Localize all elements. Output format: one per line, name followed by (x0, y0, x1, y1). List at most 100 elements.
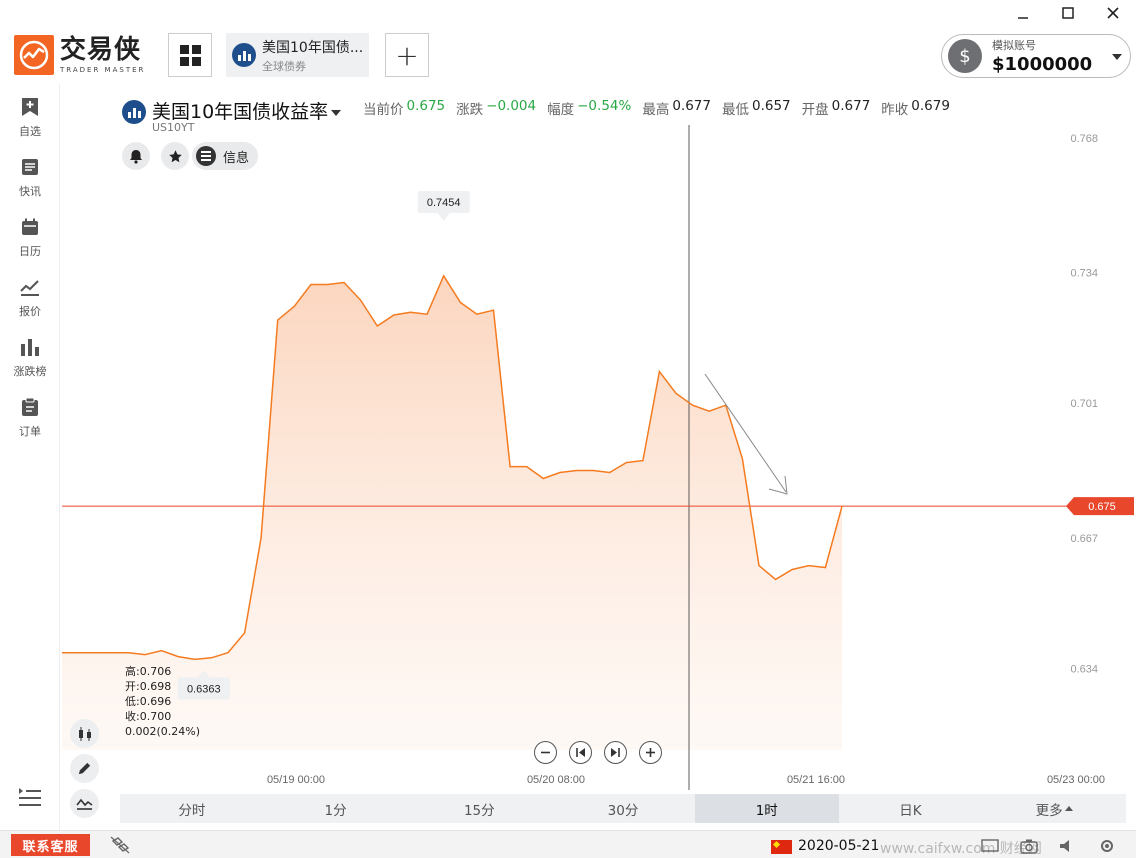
ohlc-readout: 高:0.706 开:0.698 低:0.696 收:0.700 0.002(0.… (125, 664, 200, 739)
sound-icon[interactable] (1058, 838, 1076, 854)
x-tick-label: 05/21 16:00 (787, 774, 845, 786)
tab-period-15m[interactable]: 15分 (407, 794, 551, 823)
draw-tool-button[interactable] (70, 754, 99, 783)
ohlc-close: 收:0.700 (125, 710, 172, 723)
add-tab-button[interactable]: + (385, 33, 429, 77)
tab-period-tick[interactable]: 分时 (120, 794, 264, 823)
caret-down-icon (331, 109, 342, 116)
bond-symbol-icon (122, 100, 146, 124)
sidebar-item-watchlist[interactable]: 自选 (0, 88, 60, 142)
low-value: 0.657 (751, 98, 791, 114)
zoom-out-button[interactable] (534, 741, 557, 764)
tab-period-1m[interactable]: 1分 (264, 794, 408, 823)
sidebar-label: 自选 (19, 125, 41, 138)
close-button[interactable] (1101, 2, 1125, 24)
connection-icon[interactable] (110, 836, 130, 854)
maximize-icon (1062, 7, 1074, 19)
scroll-end-button[interactable] (604, 741, 627, 764)
open-label: 开盘 (801, 102, 829, 118)
tab-title: 美国10年国债... (262, 39, 364, 56)
sidebar-item-calendar[interactable]: 日历 (0, 208, 60, 262)
tab-us10yt[interactable]: 美国10年国债... 全球债券 (226, 33, 369, 77)
support-button[interactable]: 联系客服 (11, 834, 90, 856)
sidebar: 自选 快讯 日历 报价 涨跌榜 订单 (0, 84, 60, 830)
maximize-button[interactable] (1056, 2, 1080, 24)
current-price-label: 当前价 (363, 102, 404, 118)
settings-icon[interactable] (1098, 838, 1116, 854)
china-flag-icon (771, 840, 792, 854)
minimize-icon (1018, 17, 1028, 19)
watermark: www.caifxw.com 财经网 (880, 841, 1042, 857)
svg-text:0.675: 0.675 (1088, 501, 1116, 513)
tab-period-more[interactable]: 更多 (982, 794, 1126, 823)
zoom-in-button[interactable] (639, 741, 662, 764)
period-label: 1时 (755, 802, 778, 819)
open-value: 0.677 (831, 98, 871, 114)
x-tick-label: 05/20 08:00 (527, 774, 585, 786)
tab-period-1d[interactable]: 日K (839, 794, 983, 823)
prev-close-value: 0.679 (911, 98, 950, 114)
prev-close-label: 昨收 (881, 102, 909, 118)
quote-line-icon (19, 276, 41, 298)
sidebar-item-quotes[interactable]: 报价 (0, 268, 60, 322)
layout-grid-button[interactable] (168, 33, 212, 77)
account-selector[interactable]: $ 模拟账号 $1000000 (941, 34, 1131, 78)
server-date: 2020-05-21 (798, 838, 880, 854)
ohlc-change: 0.002(0.24%) (125, 725, 201, 738)
high-value: 0.677 (672, 98, 711, 114)
menu-list-icon[interactable] (18, 786, 42, 808)
svg-text:0.7454: 0.7454 (427, 197, 461, 209)
scroll-start-button[interactable] (569, 741, 592, 764)
current-price: 0.675 (406, 98, 446, 114)
sidebar-label: 报价 (19, 305, 41, 318)
sidebar-label: 涨跌榜 (13, 365, 47, 378)
x-tick-label: 05/23 00:00 (1047, 774, 1105, 786)
sidebar-label: 快讯 (19, 185, 41, 198)
top-bar: 交易侠 TRADER MASTER 美国10年国债... 全球债券 + $ 模拟… (0, 0, 1136, 84)
period-tabs: 分时 1分 15分 30分 1时 日K 更多 (120, 794, 1126, 823)
sidebar-item-orders[interactable]: 订单 (0, 388, 60, 442)
calendar-icon (19, 216, 41, 238)
screen-icon[interactable] (981, 838, 999, 854)
sidebar-label: 日历 (19, 245, 41, 258)
tab-period-1h[interactable]: 1时 (694, 794, 839, 823)
sidebar-item-movers[interactable]: 涨跌榜 (0, 328, 60, 382)
range-label: 幅度 (547, 102, 575, 118)
camera-icon[interactable] (1020, 838, 1038, 854)
account-balance: $1000000 (992, 54, 1093, 75)
symbol-selector[interactable]: 美国10年国债收益率 (152, 97, 342, 124)
candlestick-icon (78, 726, 91, 741)
current-price-badge: 0.675 (1066, 497, 1134, 516)
y-tick-label: 0.667 (1070, 533, 1098, 545)
bar-chart-icon (19, 336, 41, 358)
low-label: 最低 (721, 102, 749, 118)
logo-mark-icon (14, 35, 54, 75)
period-label: 分时 (178, 802, 206, 819)
sidebar-item-news[interactable]: 快讯 (0, 148, 60, 202)
pencil-icon (78, 762, 91, 775)
ohlc-low: 低:0.696 (125, 695, 172, 708)
tab-subtitle: 全球债券 (262, 59, 306, 73)
period-label: 更多 (1035, 802, 1063, 819)
max-label: 0.7454 (417, 191, 470, 221)
account-label: 模拟账号 (992, 39, 1036, 52)
chart-type-button[interactable] (70, 719, 99, 748)
period-label: 1分 (324, 802, 347, 819)
indicator-button[interactable] (70, 789, 99, 818)
logo: 交易侠 TRADER MASTER (14, 35, 145, 75)
tab-period-30m[interactable]: 30分 (551, 794, 695, 823)
y-tick-label: 0.734 (1070, 268, 1098, 280)
ohlc-high: 高:0.706 (125, 665, 172, 678)
price-chart[interactable]: 0.768 0.734 0.701 0.667 0.634 05/19 00:00 05/… (62, 125, 1134, 790)
period-label: 30分 (607, 802, 639, 819)
x-tick-label: 05/19 00:00 (267, 774, 325, 786)
status-bar: 联系客服 2020-05-21 www.caifxw.com 财经网 (0, 830, 1136, 858)
sidebar-label: 订单 (19, 425, 41, 438)
range-value: −0.54% (577, 98, 632, 114)
close-icon (1107, 7, 1119, 19)
minimize-button[interactable] (1011, 2, 1035, 24)
period-label: 日K (899, 802, 922, 819)
caret-up-icon (1064, 806, 1073, 811)
skip-back-icon (576, 748, 585, 757)
change-value: −0.004 (486, 98, 537, 114)
